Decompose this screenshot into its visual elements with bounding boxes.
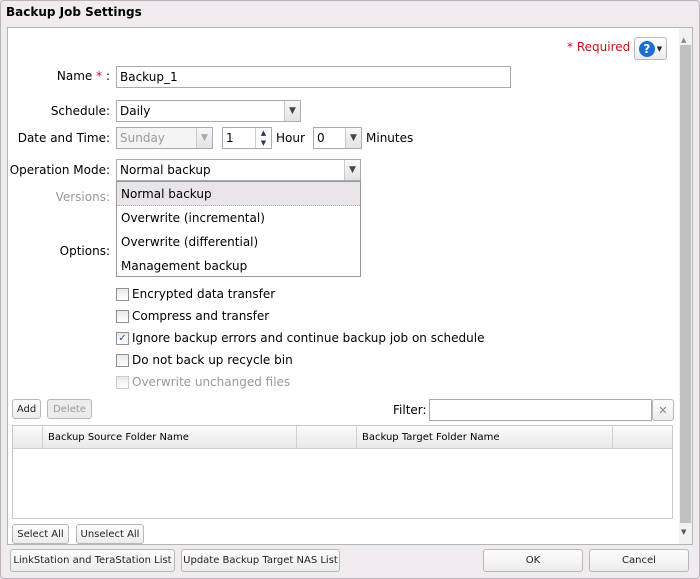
- chevron-down-icon: ▼: [345, 128, 361, 148]
- option-checkbox[interactable]: [116, 354, 129, 367]
- dropdown-option[interactable]: Overwrite (differential): [117, 230, 360, 254]
- spinner-up-icon[interactable]: ▲: [255, 128, 271, 138]
- ok-button[interactable]: OK: [483, 549, 583, 572]
- update-nas-list-button[interactable]: Update Backup Target NAS List: [181, 549, 340, 572]
- dropdown-option[interactable]: Overwrite (incremental): [117, 206, 360, 230]
- add-button[interactable]: Add: [12, 399, 41, 419]
- dropdown-option[interactable]: Normal backup: [117, 182, 360, 206]
- operation-mode-dropdown[interactable]: Normal backup Overwrite (incremental) Over…: [116, 181, 361, 277]
- unselect-all-button[interactable]: Unselect All: [76, 524, 144, 544]
- cancel-button[interactable]: Cancel: [589, 549, 689, 572]
- day-select: Sunday ▼: [116, 127, 213, 149]
- nas-list-button[interactable]: LinkStation and TeraStation List: [10, 549, 175, 572]
- hour-spinner[interactable]: 1 ▲ ▼: [222, 127, 272, 149]
- option-label: Overwrite unchanged files: [132, 375, 291, 389]
- schedule-select[interactable]: Daily ▼: [116, 100, 301, 122]
- operation-mode-select[interactable]: Normal backup ▼: [116, 159, 361, 181]
- options-label: Options:: [59, 244, 110, 258]
- option-checkbox[interactable]: [116, 288, 129, 301]
- column-header-extra[interactable]: [613, 426, 672, 449]
- scroll-up-icon[interactable]: ▲: [681, 36, 686, 44]
- dropdown-option[interactable]: Management backup: [117, 254, 360, 278]
- chevron-down-icon: ▼: [344, 160, 360, 180]
- dialog-title: Backup Job Settings: [6, 5, 142, 19]
- option-checkbox[interactable]: ✓: [116, 332, 129, 345]
- column-header-select[interactable]: [13, 426, 43, 449]
- required-note: * Required: [567, 40, 630, 54]
- schedule-label: Schedule:: [50, 104, 110, 118]
- column-header-spacer[interactable]: [297, 426, 357, 449]
- datetime-label: Date and Time:: [17, 131, 110, 145]
- help-button[interactable]: ? ▼: [634, 37, 667, 60]
- scrollbar[interactable]: ▲ ▼: [679, 28, 692, 544]
- folder-table: Backup Source Folder Name Backup Target …: [12, 425, 673, 519]
- operation-mode-label: Operation Mode:: [9, 163, 110, 177]
- name-label: Name * :: [56, 69, 110, 83]
- chevron-down-icon: ▼: [284, 101, 300, 121]
- required-label: Required: [576, 40, 631, 54]
- minutes-select[interactable]: 0 ▼: [313, 127, 362, 149]
- select-all-button[interactable]: Select All: [12, 524, 69, 544]
- chevron-down-icon: ▼: [656, 44, 663, 53]
- option-label: Ignore backup errors and continue backup…: [132, 331, 485, 345]
- filter-input[interactable]: [429, 399, 652, 421]
- clear-filter-button[interactable]: ✕: [652, 399, 674, 421]
- column-header-target[interactable]: Backup Target Folder Name: [357, 426, 613, 449]
- table-header: Backup Source Folder Name Backup Target …: [13, 426, 672, 449]
- scroll-thumb[interactable]: [680, 45, 691, 523]
- filter-label: Filter:: [393, 403, 427, 417]
- required-star: *: [567, 40, 573, 54]
- spinner-down-icon[interactable]: ▼: [255, 138, 271, 148]
- option-checkbox: [116, 376, 129, 389]
- option-label: Compress and transfer: [132, 309, 270, 323]
- question-icon: ?: [638, 40, 655, 57]
- close-icon: ✕: [658, 403, 668, 417]
- option-checkbox[interactable]: [116, 310, 129, 323]
- scroll-down-icon[interactable]: ▼: [681, 528, 686, 536]
- option-label: Encrypted data transfer: [132, 287, 276, 301]
- delete-button: Delete: [47, 399, 92, 419]
- option-label: Do not back up recycle bin: [132, 353, 293, 367]
- column-header-source[interactable]: Backup Source Folder Name: [43, 426, 297, 449]
- minutes-label: Minutes: [366, 131, 414, 145]
- name-input[interactable]: Backup_1: [116, 66, 511, 88]
- versions-label: Versions:: [55, 190, 110, 204]
- hour-label: Hour: [276, 131, 305, 145]
